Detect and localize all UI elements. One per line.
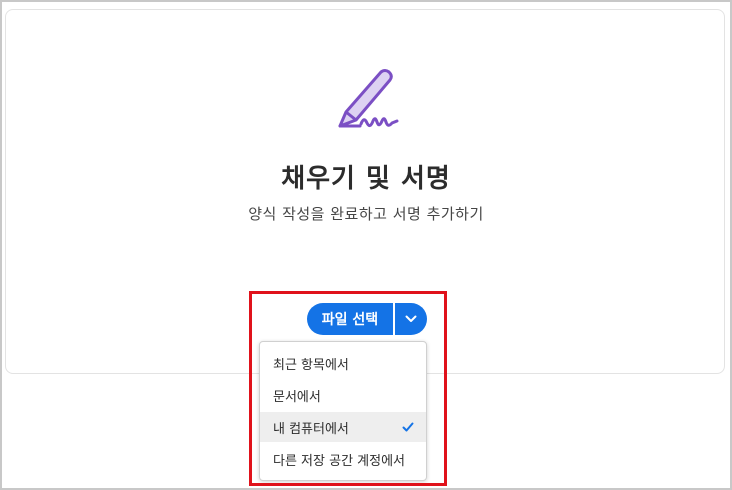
- pen-signature-icon: [338, 69, 399, 128]
- highlight-box: [249, 291, 447, 486]
- page-subtitle: 양식 작성을 완료하고 서명 추가하기: [248, 205, 484, 223]
- page-title: 채우기 및 서명: [281, 164, 451, 194]
